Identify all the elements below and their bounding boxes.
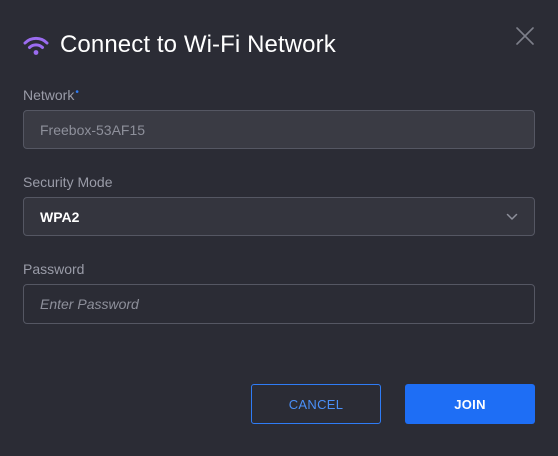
- password-input[interactable]: [24, 285, 534, 323]
- password-label: Password: [23, 260, 84, 278]
- network-value: Freebox-53AF15: [40, 121, 146, 138]
- dialog-title: Connect to Wi-Fi Network: [60, 31, 336, 58]
- cancel-button-label: CANCEL: [288, 396, 344, 412]
- password-label-text: Password: [23, 261, 85, 277]
- security-mode-label-text: Security Mode: [23, 174, 113, 190]
- dialog-header: Connect to Wi-Fi Network: [23, 27, 336, 63]
- close-button[interactable]: [512, 25, 538, 51]
- security-mode-select[interactable]: WPA2: [23, 197, 535, 236]
- security-mode-label: Security Mode: [23, 173, 112, 191]
- join-button-label: JOIN: [454, 396, 486, 412]
- chevron-down-icon: [506, 213, 518, 221]
- wifi-connect-dialog: Connect to Wi-Fi Network Network• Freebo…: [0, 0, 558, 456]
- network-label: Network•: [23, 86, 79, 104]
- security-mode-value: WPA2: [40, 208, 80, 225]
- cancel-button[interactable]: CANCEL: [251, 384, 381, 424]
- join-button[interactable]: JOIN: [405, 384, 535, 424]
- network-field[interactable]: Freebox-53AF15: [23, 110, 535, 149]
- close-icon: [516, 26, 534, 50]
- wifi-icon: [23, 34, 49, 56]
- network-label-text: Network: [23, 87, 75, 103]
- required-marker: •: [75, 87, 79, 98]
- password-field-wrapper: [23, 284, 535, 324]
